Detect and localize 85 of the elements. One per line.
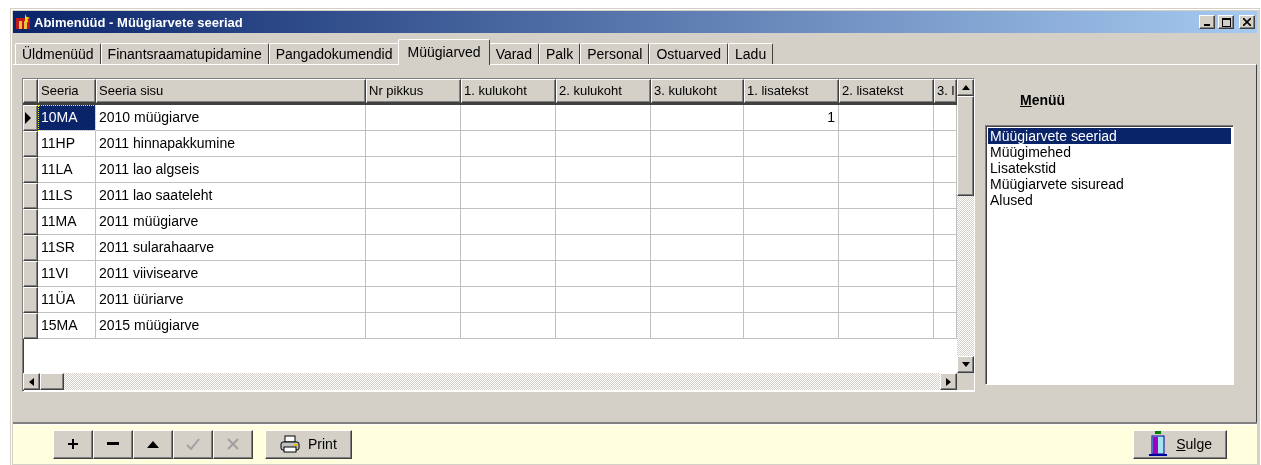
menu-item[interactable]: Lisatekstid <box>988 160 1231 176</box>
tab[interactable]: Pangadokumendid <box>268 43 400 64</box>
row-indicator[interactable] <box>23 313 38 339</box>
row-indicator[interactable] <box>23 105 38 131</box>
menu-title: Menüü <box>1019 91 1067 110</box>
tab[interactable]: Finantsraamatupidamine <box>100 43 269 64</box>
triangle-up-icon <box>961 85 970 90</box>
scroll-thumb[interactable] <box>957 96 974 196</box>
tab[interactable]: Palk <box>538 43 581 64</box>
table-cell: 11MA <box>38 209 96 235</box>
table-cell: 11HP <box>38 131 96 157</box>
scroll-down-button[interactable] <box>957 356 974 373</box>
row-indicator[interactable] <box>23 287 38 313</box>
close-button[interactable]: Sulge <box>1133 429 1227 459</box>
tab[interactable]: Ladu <box>728 43 774 64</box>
table-cell: 2011 lao saateleht <box>96 183 366 209</box>
table-cell: 15MA <box>38 313 96 339</box>
table-cell: 2011 sularahaarve <box>96 235 366 261</box>
window-title: Abimenüüd - Müügiarvete seeriad <box>34 14 244 30</box>
tab[interactable]: Müügiarved <box>398 39 490 65</box>
table-cell: 1 <box>744 105 839 131</box>
table-cell: 2015 müügiarve <box>96 313 366 339</box>
maximize-icon <box>1221 17 1231 27</box>
column-header[interactable]: Nr pikkus <box>366 79 461 103</box>
scroll-up-button[interactable] <box>957 79 974 96</box>
row-indicator[interactable] <box>23 157 38 183</box>
table-cell: 2010 müügiarve <box>96 105 366 131</box>
column-header[interactable]: Seeria <box>38 79 96 103</box>
table-cell: 11SR <box>38 235 96 261</box>
table-cell: 11LS <box>38 183 96 209</box>
triangle-right-icon <box>946 377 951 386</box>
row-indicator[interactable] <box>23 261 38 287</box>
print-button[interactable]: Print <box>265 429 352 459</box>
printer-icon <box>280 435 300 453</box>
row-indicator[interactable] <box>23 131 38 157</box>
column-header[interactable]: 2. lisatekst <box>839 79 934 103</box>
tab[interactable]: Personal <box>580 43 650 64</box>
tab[interactable]: Ostuarved <box>649 43 729 64</box>
check-icon <box>186 438 200 450</box>
row-indicator[interactable] <box>23 235 38 261</box>
row-indicator[interactable] <box>23 209 38 235</box>
up-button[interactable] <box>133 429 173 459</box>
app-icon <box>15 14 31 30</box>
row-indicator[interactable] <box>23 183 38 209</box>
table-cell: 11VI <box>38 261 96 287</box>
minus-icon <box>107 442 119 446</box>
table-cell: 2011 müügiarve <box>96 209 366 235</box>
plus-icon <box>68 439 78 449</box>
column-header[interactable]: 3. l <box>934 79 957 103</box>
scrollbar-corner <box>957 373 974 390</box>
triangle-left-icon <box>29 377 34 386</box>
scroll-right-button[interactable] <box>940 373 957 390</box>
menu-item[interactable]: Alused <box>988 192 1231 208</box>
table-cell: 2011 lao algseis <box>96 157 366 183</box>
scroll-left-button[interactable] <box>23 373 40 390</box>
vertical-scrollbar[interactable] <box>957 79 974 373</box>
triangle-down-icon <box>961 362 970 367</box>
remove-button[interactable] <box>93 429 133 459</box>
column-header[interactable]: 1. kulukoht <box>461 79 556 103</box>
column-header[interactable]: 3. kulukoht <box>651 79 744 103</box>
close-button[interactable] <box>1239 15 1255 29</box>
close-icon <box>1243 18 1251 26</box>
table-cell: 11LA <box>38 157 96 183</box>
table-cell: 10MA <box>38 105 96 131</box>
door-icon <box>1148 431 1169 457</box>
tab[interactable]: Üldmenüüd <box>15 43 101 64</box>
horizontal-scrollbar[interactable] <box>23 373 957 390</box>
menu-item[interactable]: Müügiarvete seeriad <box>988 128 1231 144</box>
tab[interactable]: Varad <box>488 43 539 64</box>
table-cell: 11ÜA <box>38 287 96 313</box>
current-row-icon <box>24 112 31 124</box>
minimize-button[interactable] <box>1199 15 1215 29</box>
column-header[interactable]: 1. lisatekst <box>744 79 839 103</box>
scroll-thumb[interactable] <box>40 373 64 390</box>
add-button[interactable] <box>53 429 93 459</box>
table-cell: 2011 viivisearve <box>96 261 366 287</box>
x-icon <box>227 438 239 450</box>
table-cell: 2011 hinnapakkumine <box>96 131 366 157</box>
column-header[interactable]: 2. kulukoht <box>556 79 651 103</box>
maximize-button[interactable] <box>1218 15 1234 29</box>
menu-item[interactable]: Müügiarvete sisuread <box>988 176 1231 192</box>
table-cell: 2011 üüriarve <box>96 287 366 313</box>
menu-item[interactable]: Müügimehed <box>988 144 1231 160</box>
column-header[interactable]: Seeria sisu <box>96 79 366 103</box>
triangle-up-icon <box>147 440 159 448</box>
